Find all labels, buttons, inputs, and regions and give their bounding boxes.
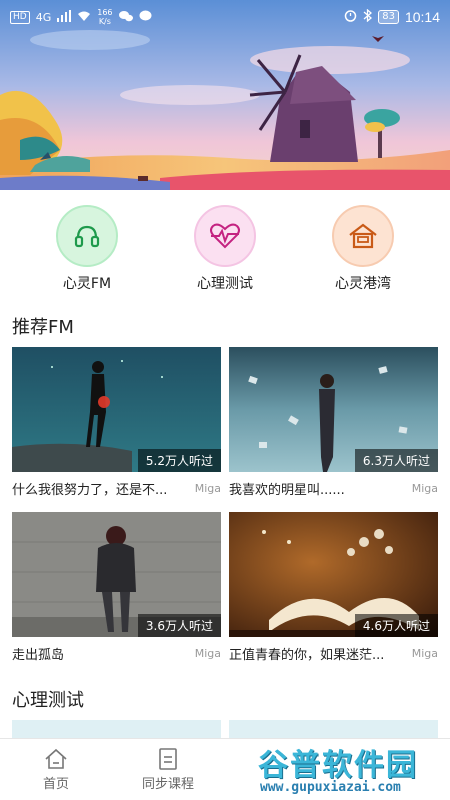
nav-course-label: 同步课程 [141, 776, 194, 792]
nav-home[interactable]: 首页 [0, 739, 112, 800]
alarm-icon [344, 9, 357, 25]
nav-home-label: 首页 [42, 776, 69, 792]
fm-card-author: Miga [194, 647, 221, 660]
network-speed: 166 K/s [97, 8, 112, 26]
test-icon-circle [194, 205, 256, 267]
fm-card-title: 走出孤岛 [12, 648, 65, 663]
fm-card-thumbnail: 6.3万人听过 [229, 347, 438, 472]
psych-test-card[interactable] [12, 720, 221, 740]
watermark-logo: 谷普软件园 www.gupuxiazai.com [250, 740, 446, 798]
wifi-icon [77, 10, 91, 25]
bluetooth-icon [363, 8, 373, 25]
headphones-icon [74, 225, 100, 248]
listener-count: 5.2万人听过 [137, 449, 221, 472]
listener-count: 4.6万人听过 [354, 614, 438, 637]
status-left: HD 4G 166 K/s [10, 8, 152, 26]
harbor-house-icon [349, 223, 377, 249]
fm-card-author: Miga [411, 647, 438, 660]
fm-card[interactable]: 6.3万人听过 我喜欢的明星叫...... Miga [229, 347, 438, 498]
fm-card[interactable]: 4.6万人听过 正值青春的你，如果迷茫... Miga [229, 512, 438, 663]
fm-card[interactable]: 5.2万人听过 什么我很努力了，还是不... Miga [12, 347, 221, 498]
watermark-url: www.gupuxiazai.com [260, 780, 401, 795]
harbor-icon-circle [332, 205, 394, 267]
fm-card-thumbnail: 3.6万人听过 [12, 512, 221, 637]
fm-card-thumbnail: 4.6万人听过 [229, 512, 438, 637]
fm-icon-circle [56, 205, 118, 267]
recommend-fm-title: 推荐FM [12, 317, 74, 338]
speed-value: 166 [97, 8, 113, 17]
wechat-icon [118, 10, 133, 25]
category-harbor[interactable]: 心灵港湾 [308, 205, 418, 297]
battery-indicator: 83 [378, 10, 399, 24]
psych-test-title: 心理测试 [12, 690, 84, 711]
hd-badge: HD [10, 10, 30, 24]
listener-count: 6.3万人听过 [354, 449, 438, 472]
category-fm[interactable]: 心灵FM [32, 205, 142, 297]
fm-card-title: 我喜欢的明星叫...... [229, 483, 345, 498]
fm-card[interactable]: 3.6万人听过 走出孤岛 Miga [12, 512, 221, 663]
home-icon [45, 748, 67, 769]
signal-icon [57, 9, 72, 25]
clock: 10:14 [404, 9, 440, 25]
message-icon [139, 10, 152, 25]
nav-course[interactable]: 同步课程 [112, 739, 224, 800]
watermark-main-text: 谷普软件园 [258, 748, 418, 783]
category-fm-label: 心灵FM [62, 276, 112, 292]
category-row: 心灵FM 心理测试 心灵港湾 [0, 205, 450, 297]
psych-test-card[interactable] [229, 720, 438, 740]
category-harbor-label: 心灵港湾 [335, 276, 391, 292]
speed-unit: K/s [98, 17, 111, 26]
fm-card-title: 什么我很努力了，还是不... [12, 483, 168, 498]
category-psych-test[interactable]: 心理测试 [170, 205, 280, 297]
fm-card-author: Miga [411, 482, 438, 495]
listener-count: 3.6万人听过 [137, 614, 221, 637]
heart-pulse-icon [210, 223, 240, 249]
network-type: 4G [35, 10, 52, 24]
fm-card-author: Miga [194, 482, 221, 495]
category-test-label: 心理测试 [197, 276, 253, 292]
fm-card-title: 正值青春的你，如果迷茫... [229, 648, 385, 663]
fm-card-thumbnail: 5.2万人听过 [12, 347, 221, 472]
status-right: 83 10:14 [344, 8, 440, 25]
document-icon [159, 747, 177, 770]
status-bar: HD 4G 166 K/s 83 10:14 [0, 0, 450, 34]
